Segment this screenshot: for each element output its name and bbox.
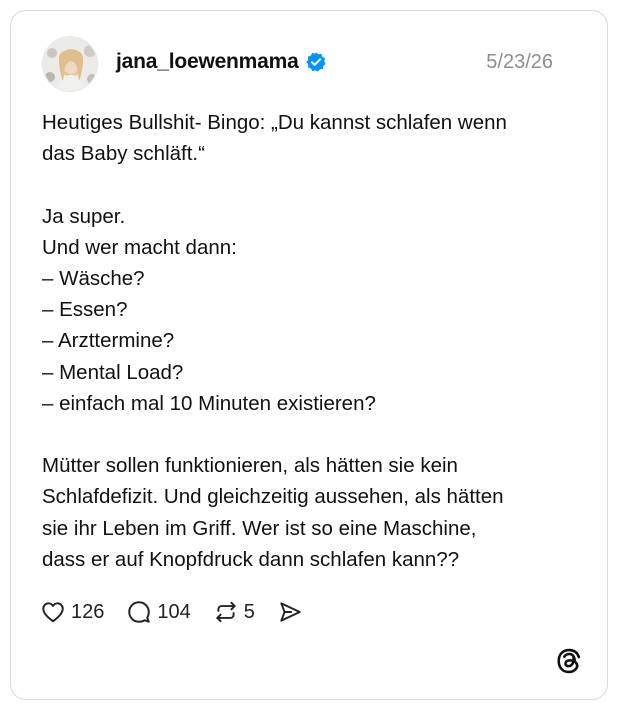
repost-icon [213, 599, 239, 625]
post-line: das Baby schläft.“ [42, 142, 205, 166]
reply-count: 104 [157, 600, 191, 623]
post-blank-line [42, 419, 582, 450]
username[interactable]: jana_loewenmama [116, 50, 299, 74]
post-line: Mütter sollen funktionieren, als hätten … [42, 454, 458, 478]
share-button[interactable] [277, 599, 303, 625]
post-line: Ja super. [42, 204, 126, 228]
post-line: – Arzttermine? [42, 329, 175, 353]
post-line: Und wer macht dann: [42, 235, 237, 259]
post-timestamp: 5/23/26 [486, 51, 553, 73]
verified-badge-icon [305, 51, 327, 73]
post-line: dass er auf Knopfdruck dann schlafen kan… [42, 547, 460, 571]
post-line: – Mental Load? [42, 360, 184, 384]
repost-count: 5 [243, 600, 255, 623]
post-line: Schlafdefizit. Und gleichzeitig aussehen… [42, 485, 504, 509]
post-line: – Essen? [42, 298, 128, 322]
post-actions: 126 104 5 [40, 597, 325, 627]
threads-post-card: jana_loewenmama 5/23/26 Heutiges Bullshi… [10, 10, 608, 700]
comment-icon [126, 599, 152, 625]
post-line: Heutiges Bullshit- Bingo: „Du kannst sch… [42, 111, 507, 134]
post-body: Heutiges Bullshit- Bingo: „Du kannst sch… [42, 107, 582, 575]
like-count: 126 [71, 600, 105, 623]
heart-icon [40, 599, 66, 625]
threads-logo-icon [555, 647, 583, 675]
post-blank-line [42, 169, 582, 200]
post-line: – einfach mal 10 Minuten existieren? [42, 391, 376, 415]
author-row: jana_loewenmama [116, 50, 327, 74]
post-line: sie ihr Leben im Griff. Wer ist so eine … [42, 516, 477, 540]
reply-button[interactable]: 104 [126, 599, 191, 625]
post-line: – Wäsche? [42, 267, 145, 290]
share-icon [277, 599, 303, 625]
like-button[interactable]: 126 [40, 599, 104, 625]
avatar[interactable] [42, 36, 98, 92]
repost-button[interactable]: 5 [213, 599, 255, 625]
